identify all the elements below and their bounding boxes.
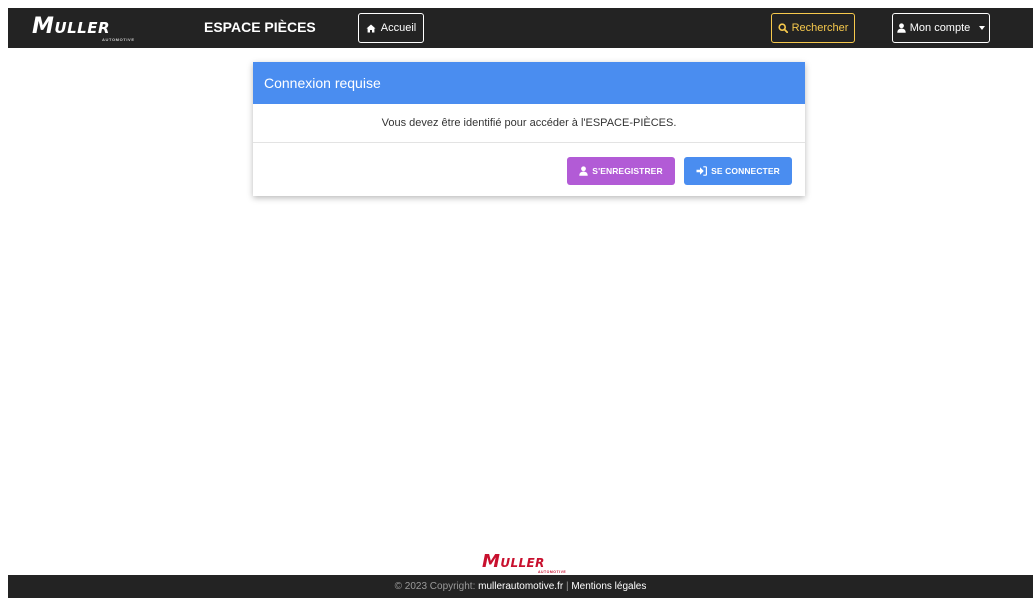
register-button-label: S'ENREGISTRER	[592, 166, 663, 176]
login-required-card: Connexion requise Vous devez être identi…	[253, 62, 805, 196]
page-title[interactable]: ESPACE PIÈCES	[204, 19, 316, 35]
card-title: Connexion requise	[253, 62, 805, 104]
footer-logo-initial: M	[482, 551, 501, 572]
legal-notice-link[interactable]: Mentions légales	[571, 581, 646, 592]
account-dropdown-button[interactable]: Mon compte	[892, 13, 990, 43]
user-icon	[579, 166, 588, 176]
logo-subtitle: AUTOMOTIVE	[102, 37, 135, 42]
footer-logo-wordmark: MULLER	[482, 553, 545, 571]
footer-bar: © 2023 Copyright: mullerautomotive.fr | …	[8, 575, 1033, 598]
home-button-label: Accueil	[380, 22, 417, 34]
home-button[interactable]: Accueil	[358, 13, 424, 43]
account-button-label: Mon compte	[909, 22, 971, 34]
chevron-down-icon	[979, 26, 986, 30]
home-icon	[366, 24, 376, 33]
site-link[interactable]: mullerautomotive.fr	[478, 581, 563, 592]
footer-logo-rest: ULLER	[500, 556, 545, 570]
muller-logo[interactable]: MULLER AUTOMOTIVE	[32, 16, 142, 43]
login-required-message: Vous devez être identifié pour accéder à…	[253, 104, 805, 143]
search-icon	[777, 23, 788, 33]
login-button-label: SE CONNECTER	[711, 166, 780, 176]
top-navbar: MULLER AUTOMOTIVE ESPACE PIÈCES Accueil …	[8, 8, 1033, 48]
search-button-label: Rechercher	[791, 22, 849, 34]
logo-wordmark: MULLER	[32, 16, 110, 38]
page: MULLER AUTOMOTIVE ESPACE PIÈCES Accueil …	[0, 0, 1033, 598]
footer-logo: MULLER AUTOMOTIVE	[482, 553, 572, 575]
logo-rest: ULLER	[54, 19, 110, 37]
card-actions: S'ENREGISTRER SE CONNECTER	[253, 143, 805, 196]
register-button[interactable]: S'ENREGISTRER	[567, 157, 675, 185]
login-button[interactable]: SE CONNECTER	[684, 157, 792, 185]
sign-in-icon	[696, 166, 708, 176]
copyright-text: © 2023 Copyright:	[394, 581, 479, 592]
footer-logo-subtitle: AUTOMOTIVE	[538, 570, 567, 574]
user-icon	[897, 23, 906, 33]
search-button[interactable]: Rechercher	[771, 13, 855, 43]
logo-initial: M	[32, 14, 55, 39]
